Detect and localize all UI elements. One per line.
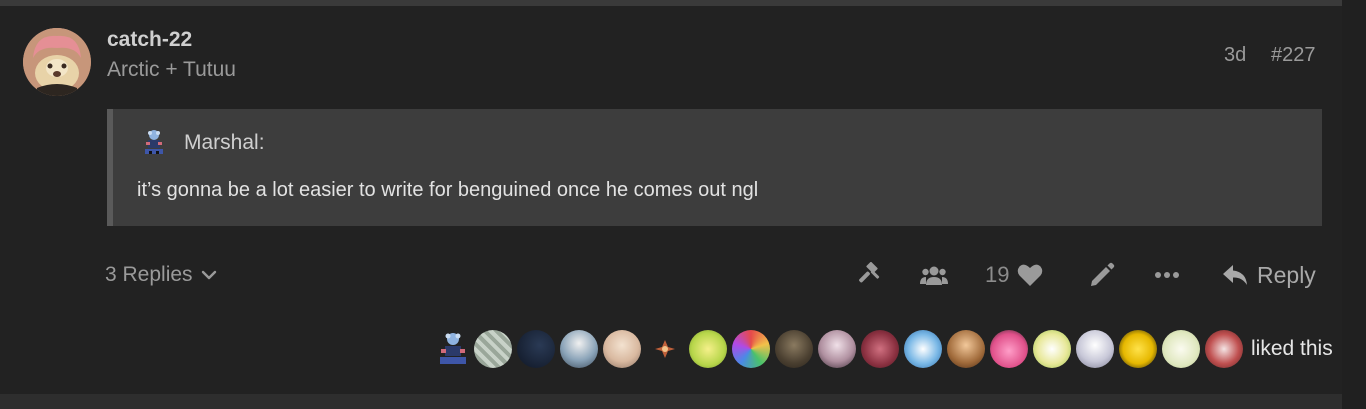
liker-avatar-icon bbox=[440, 333, 466, 364]
liker-avatar[interactable] bbox=[689, 330, 727, 368]
top-divider bbox=[0, 0, 1342, 6]
post-number[interactable]: #227 bbox=[1271, 44, 1316, 67]
liker-avatar[interactable] bbox=[904, 330, 942, 368]
quote-block: Marshal: it’s gonna be a lot easier to w… bbox=[107, 109, 1322, 226]
bottom-divider bbox=[0, 394, 1342, 409]
user-avatar[interactable] bbox=[23, 28, 91, 96]
replies-label: 3 Replies bbox=[105, 263, 193, 286]
like-count: 19 bbox=[985, 262, 1010, 287]
liker-avatar[interactable] bbox=[517, 330, 555, 368]
reply-label: Reply bbox=[1257, 261, 1316, 288]
quote-author-avatar[interactable] bbox=[141, 128, 167, 156]
scrollbar-track[interactable] bbox=[1342, 0, 1366, 409]
reply-arrow-icon bbox=[1223, 265, 1247, 285]
user-avatar-icon bbox=[23, 28, 91, 96]
liker-avatar[interactable] bbox=[1076, 330, 1114, 368]
liker-avatar[interactable] bbox=[990, 330, 1028, 368]
liked-this-label: liked this bbox=[1251, 337, 1333, 360]
group-icon bbox=[920, 266, 948, 285]
liker-avatar[interactable] bbox=[560, 330, 598, 368]
liker-avatar[interactable] bbox=[1162, 330, 1200, 368]
flag-button[interactable] bbox=[856, 258, 882, 292]
reply-button[interactable]: Reply bbox=[1222, 258, 1316, 292]
liker-avatar[interactable] bbox=[1205, 330, 1243, 368]
edit-pencil-icon bbox=[1091, 262, 1115, 286]
gavel-icon bbox=[859, 262, 880, 283]
liker-avatar[interactable] bbox=[818, 330, 856, 368]
quote-text: it’s gonna be a lot easier to write for … bbox=[137, 179, 759, 201]
liker-avatar[interactable] bbox=[861, 330, 899, 368]
liker-avatar[interactable] bbox=[1033, 330, 1071, 368]
replies-toggle-button[interactable]: 3 Replies bbox=[105, 263, 217, 287]
liker-avatar[interactable] bbox=[775, 330, 813, 368]
heart-icon bbox=[1018, 264, 1043, 286]
liker-avatar[interactable] bbox=[646, 330, 684, 368]
post-date[interactable]: 3d bbox=[1224, 44, 1246, 67]
liker-avatar[interactable] bbox=[732, 330, 770, 368]
invite-group-button[interactable] bbox=[920, 258, 948, 292]
post-author-title: Arctic + Tutuu bbox=[107, 58, 236, 81]
liker-avatar-icon bbox=[655, 340, 675, 358]
quote-author-name: Marshal: bbox=[184, 131, 265, 154]
chevron-down-icon bbox=[201, 270, 216, 280]
liker-avatar[interactable] bbox=[474, 330, 512, 368]
edit-button[interactable] bbox=[1088, 258, 1116, 292]
more-actions-button[interactable] bbox=[1155, 258, 1179, 292]
liker-avatar[interactable] bbox=[434, 330, 472, 368]
liker-avatar[interactable] bbox=[603, 330, 641, 368]
more-ellipsis-icon bbox=[1155, 272, 1179, 278]
liker-avatar[interactable] bbox=[947, 330, 985, 368]
quote-author-avatar-icon bbox=[145, 130, 163, 154]
like-button[interactable]: 19 bbox=[985, 258, 1043, 292]
post-author-username[interactable]: catch-22 bbox=[107, 28, 192, 52]
liker-avatar[interactable] bbox=[1119, 330, 1157, 368]
